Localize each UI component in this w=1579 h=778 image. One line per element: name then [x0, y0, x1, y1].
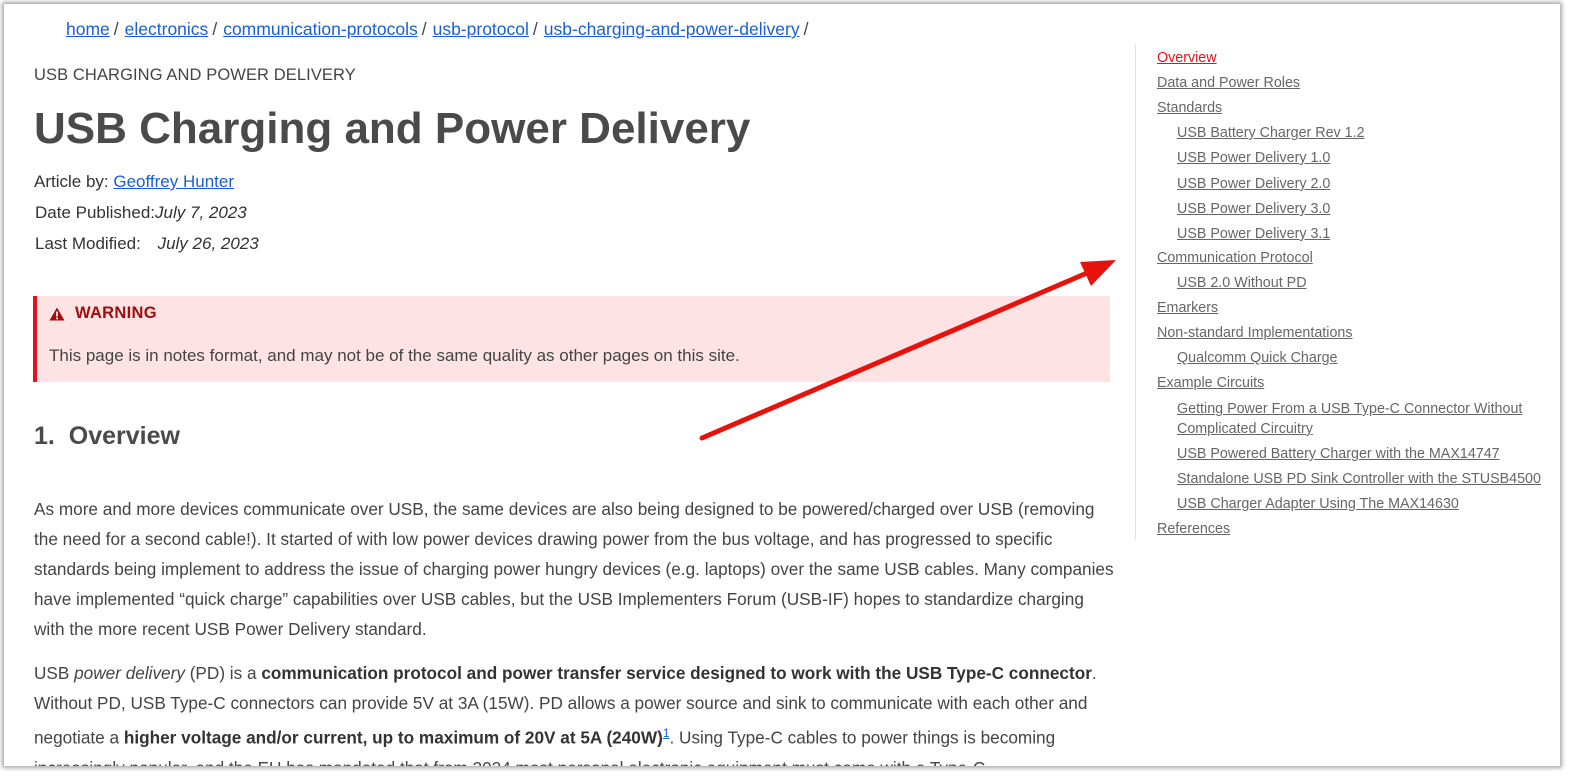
para2-italic: power delivery — [74, 663, 185, 683]
toc-item-stusb4500[interactable]: Standalone USB PD Sink Controller with t… — [1177, 469, 1541, 489]
breadcrumb-separator: / — [212, 19, 218, 39]
warning-heading: WARNING — [49, 304, 157, 323]
breadcrumb-home[interactable]: home — [66, 19, 110, 39]
warning-title: WARNING — [75, 304, 157, 322]
overview-paragraph-2: USB power delivery (PD) is a communicati… — [34, 658, 1114, 766]
toc-item-non-standard[interactable]: Non-standard Implementations — [1157, 323, 1353, 343]
toc-item-max14747[interactable]: USB Powered Battery Charger with the MAX… — [1177, 444, 1500, 464]
toc-item-usb-pd-2-0[interactable]: USB Power Delivery 2.0 — [1177, 174, 1330, 194]
warning-callout: WARNING This page is in notes format, an… — [33, 296, 1110, 382]
author-line: Article by: Geoffrey Hunter — [34, 172, 234, 192]
para2-text: (PD) is a — [184, 663, 262, 683]
breadcrumb-separator: / — [113, 19, 119, 39]
para2-bold: communication protocol and power transfe… — [261, 663, 1092, 683]
para2-text: USB — [34, 663, 75, 683]
toc-item-usb-2-0-without-pd[interactable]: USB 2.0 Without PD — [1177, 273, 1307, 293]
section-number: 1. — [34, 422, 55, 450]
published-label: Date Published: — [35, 203, 156, 222]
breadcrumb-electronics[interactable]: electronics — [125, 19, 209, 39]
published-line: Date Published:July 7, 2023 — [35, 203, 247, 223]
modified-label: Last Modified: — [35, 234, 141, 253]
toc-item-standards[interactable]: Standards — [1157, 98, 1222, 118]
modified-line: Last Modified: July 26, 2023 — [35, 234, 259, 254]
breadcrumb-usb-charging[interactable]: usb-charging-and-power-delivery — [544, 19, 800, 39]
section-title: Overview — [68, 422, 180, 450]
toc-item-usb-pd-1-0[interactable]: USB Power Delivery 1.0 — [1177, 148, 1330, 168]
published-date: July 7, 2023 — [155, 203, 247, 222]
toc-item-emarkers[interactable]: Emarkers — [1157, 298, 1218, 318]
breadcrumb-usb-protocol[interactable]: usb-protocol — [433, 19, 529, 39]
overview-paragraph-1: As more and more devices communicate ove… — [34, 499, 1114, 639]
toc-item-data-and-power-roles[interactable]: Data and Power Roles — [1157, 73, 1300, 93]
breadcrumb-communication-protocols[interactable]: communication-protocols — [223, 19, 418, 39]
page-title: USB Charging and Power Delivery — [34, 104, 751, 153]
toc-item-example-circuits[interactable]: Example Circuits — [1157, 373, 1264, 393]
toc-item-max14630[interactable]: USB Charger Adapter Using The MAX14630 — [1177, 494, 1459, 514]
footnote-link[interactable]: 1 — [663, 726, 670, 740]
toc-item-getting-power-type-c[interactable]: Getting Power From a USB Type-C Connecto… — [1177, 399, 1522, 419]
toc-item-usb-pd-3-1[interactable]: USB Power Delivery 3.1 — [1177, 224, 1330, 244]
toc-item-getting-power-type-c-cont[interactable]: Complicated Circuitry — [1177, 419, 1313, 439]
toc-item-qualcomm-quick-charge[interactable]: Qualcomm Quick Charge — [1177, 348, 1338, 368]
breadcrumb-separator: / — [421, 19, 427, 39]
breadcrumb: home / electronics / communication-protocols… — [66, 19, 814, 40]
author-label: Article by: — [34, 172, 109, 191]
warning-text: This page is in notes format, and may no… — [49, 346, 740, 365]
toc-item-usb-pd-3-0[interactable]: USB Power Delivery 3.0 — [1177, 199, 1330, 219]
modified-date: July 26, 2023 — [157, 234, 259, 253]
toc-item-usb-battery-charger[interactable]: USB Battery Charger Rev 1.2 — [1177, 123, 1365, 143]
para2-bold: higher voltage and/or current, up to max… — [123, 727, 663, 748]
breadcrumb-separator: / — [803, 19, 809, 39]
toc-item-references[interactable]: References — [1157, 519, 1230, 539]
section-heading-overview: 1. Overview — [34, 422, 180, 451]
toc-item-communication-protocol[interactable]: Communication Protocol — [1157, 248, 1313, 268]
browser-page: home / electronics / communication-protocols… — [4, 4, 1560, 766]
article-supertitle: USB CHARGING AND POWER DELIVERY — [34, 66, 356, 84]
warning-triangle-icon — [49, 307, 65, 320]
table-of-contents: Overview Data and Power Roles Standards … — [1135, 44, 1556, 540]
breadcrumb-separator: / — [532, 19, 538, 39]
author-link[interactable]: Geoffrey Hunter — [113, 172, 234, 191]
toc-item-overview[interactable]: Overview — [1157, 48, 1217, 68]
arrow-head-icon — [1080, 260, 1116, 286]
